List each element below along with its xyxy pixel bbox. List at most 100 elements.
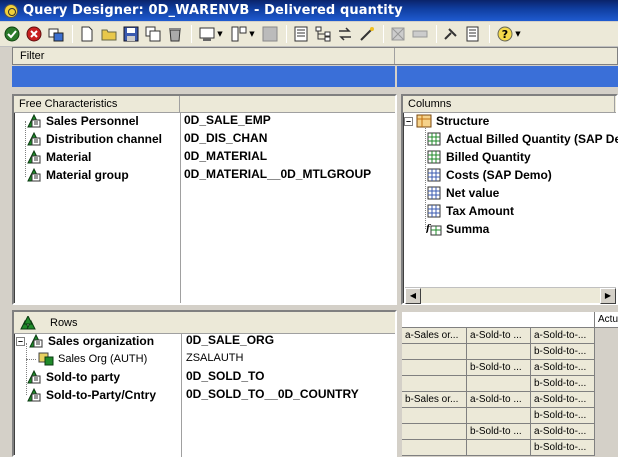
row-tech: 0D_SALE_ORG (186, 333, 275, 347)
key-figure-item[interactable]: Net value (426, 184, 499, 202)
grid-cell: b-Sold-to-... (531, 344, 595, 360)
save-all-icon[interactable] (143, 24, 163, 44)
help-dropdown-icon[interactable]: ? ▼ (494, 24, 524, 44)
tools-icon[interactable] (441, 24, 461, 44)
key-figure-item[interactable]: Actual Billed Quantity (SAP De (426, 130, 618, 148)
cells-disabled-icon (388, 24, 408, 44)
exchange-icon[interactable] (335, 24, 355, 44)
list-icon[interactable] (463, 24, 483, 44)
free-char-label: Distribution channel (46, 132, 163, 146)
free-char-label: Material group (46, 168, 129, 182)
check-icon[interactable] (2, 24, 22, 44)
row-item[interactable]: − Sales organization (16, 332, 154, 350)
grid-cell: a-Sold-to-... (531, 328, 595, 344)
cancel-icon[interactable] (24, 24, 44, 44)
grid-cell: a-Sold-to ... (467, 328, 531, 344)
table-icon[interactable] (291, 24, 311, 44)
preview-grid[interactable]: Actu a-Sales or... a-Sold-to ... a-Sold-… (402, 312, 618, 457)
save-icon[interactable] (121, 24, 141, 44)
key-figure-label: Summa (446, 222, 490, 236)
grid-cell (402, 376, 467, 392)
grid-cell: a-Sold-to-... (531, 424, 595, 440)
app-icon (4, 3, 18, 18)
columns-scrollbar[interactable]: ◀ ▶ (405, 287, 616, 304)
display-dropdown-icon[interactable]: ▼ (196, 24, 226, 44)
columns-title: Columns (403, 96, 615, 112)
key-figure-label: Net value (446, 186, 500, 200)
key-figure-icon (426, 150, 442, 164)
grid-cell: a-Sold-to-... (531, 392, 595, 408)
scroll-right-icon[interactable]: ▶ (600, 288, 616, 304)
free-char-item[interactable]: Sales Personnel (26, 112, 139, 130)
structure-icon (416, 114, 432, 128)
open-icon[interactable] (99, 24, 119, 44)
free-characteristics-title: Free Characteristics (14, 96, 180, 112)
rows-header: Rows (14, 312, 395, 334)
toolbar-separator (286, 25, 287, 43)
key-figure-label: Costs (SAP Demo) (446, 168, 552, 182)
delete-icon[interactable] (165, 24, 185, 44)
key-figure-label: Tax Amount (446, 204, 514, 218)
properties-icon[interactable] (46, 24, 66, 44)
row-label: Sales organization (48, 334, 155, 348)
key-figure-icon (426, 168, 442, 182)
filter-drop-area[interactable] (12, 66, 618, 87)
grid-cell (467, 344, 531, 360)
formula-icon: f (425, 222, 442, 236)
toolbar-separator (489, 25, 490, 43)
grid-cell (402, 344, 467, 360)
filter-title: Filter (13, 48, 395, 64)
hierarchy-node-icon (38, 352, 54, 366)
key-figure-item[interactable]: Billed Quantity (426, 148, 531, 166)
collapse-icon[interactable]: − (16, 336, 25, 346)
grid-cell: b-Sold-to-... (531, 376, 595, 392)
hierarchy-icon[interactable] (313, 24, 333, 44)
structure-node[interactable]: − Structure (404, 112, 489, 130)
free-char-label: Material (46, 150, 92, 164)
row-item[interactable]: Sold-to-Party/Cntry (26, 386, 156, 404)
key-figure-icon (426, 204, 442, 218)
grid-cell: b-Sold-to ... (467, 424, 531, 440)
row-label: Sold-to-Party/Cntry (46, 388, 157, 402)
dimension-icon (26, 113, 42, 128)
title-bar: Query Designer: 0D_WARENVB - Delivered q… (0, 0, 618, 21)
free-char-item[interactable]: Material (26, 148, 91, 166)
grid-cell: b-Sales or... (402, 392, 467, 408)
free-char-item[interactable]: Distribution channel (26, 130, 162, 148)
collapse-icon[interactable]: − (404, 116, 413, 126)
key-figure-label: Actual Billed Quantity (SAP De (446, 132, 618, 146)
dimension-icon (28, 333, 44, 348)
grid-cell (467, 440, 531, 456)
row-tech: ZSALAUTH (186, 352, 244, 364)
dimension-icon (26, 131, 42, 146)
toolbar-separator (436, 25, 437, 43)
free-char-item[interactable]: Material group (26, 166, 129, 184)
scroll-left-icon[interactable]: ◀ (405, 288, 421, 304)
row-tech: 0D_SOLD_TO__0D_COUNTRY (186, 387, 359, 401)
new-icon[interactable] (77, 24, 97, 44)
toolbar-separator (72, 25, 73, 43)
grid-icon (260, 24, 280, 44)
row-label: Sold-to party (46, 370, 120, 384)
grid-cell (402, 360, 467, 376)
free-char-tech: 0D_MATERIAL (184, 149, 268, 163)
key-figure-item[interactable]: Costs (SAP Demo) (426, 166, 552, 184)
grid-column-header: Actu (595, 312, 618, 328)
key-figure-label: Billed Quantity (446, 150, 531, 164)
rows-title: Rows (50, 316, 78, 329)
layout-dropdown-icon[interactable]: ▼ (228, 24, 258, 44)
grid-cell: b-Sold-to-... (531, 440, 595, 456)
row-item[interactable]: Sold-to party (26, 368, 120, 386)
window-title: Query Designer: 0D_WARENVB - Delivered q… (23, 3, 403, 18)
wand-icon[interactable] (357, 24, 377, 44)
grid-cell (402, 408, 467, 424)
key-figure-icon (426, 186, 442, 200)
row-item[interactable]: Sales Org (AUTH) (38, 350, 147, 368)
grid-cell: a-Sold-to ... (467, 392, 531, 408)
grid-cell (402, 440, 467, 456)
dimension-icon (26, 149, 42, 164)
free-characteristics-header: Free Characteristics (14, 96, 395, 113)
key-figure-item[interactable]: f Summa (425, 220, 490, 238)
grid-cell (402, 424, 467, 440)
key-figure-item[interactable]: Tax Amount (426, 202, 514, 220)
